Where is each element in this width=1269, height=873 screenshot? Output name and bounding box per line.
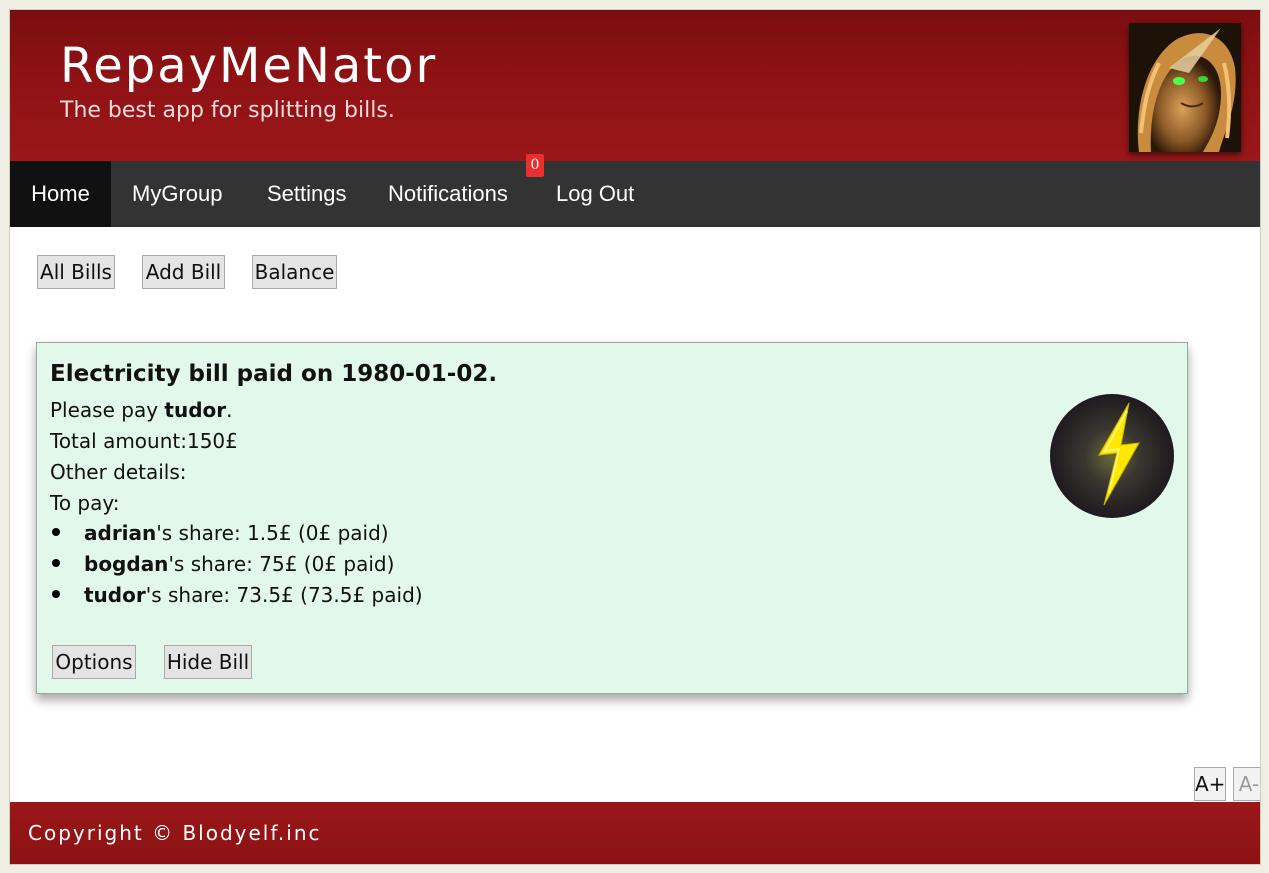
total-amount: Total amount:150£ <box>50 429 238 453</box>
lightning-bolt-icon <box>1049 393 1175 519</box>
nav-notifications[interactable]: Notifications <box>388 161 508 227</box>
please-pay-line: Please pay tudor. <box>50 398 232 422</box>
balance-button[interactable]: Balance <box>252 255 337 289</box>
share-person: tudor <box>84 583 146 607</box>
nav-mygroup[interactable]: MyGroup <box>132 161 222 227</box>
copyright-text: Copyright © Blodyelf.inc <box>28 821 322 845</box>
avatar-portrait-icon <box>1129 23 1241 152</box>
bullet-icon <box>52 590 60 598</box>
app-title: RepayMeNator <box>60 38 438 94</box>
nav-logout[interactable]: Log Out <box>556 161 634 227</box>
decrease-font-button[interactable]: A- <box>1233 767 1260 801</box>
bill-title: Electricity bill paid on 1980-01-02. <box>50 361 498 387</box>
app-frame: RepayMeNator The best app for splitting … <box>9 9 1261 865</box>
bill-card: Electricity bill paid on 1980-01-02. Ple… <box>36 342 1188 694</box>
nav-home[interactable]: Home <box>10 161 111 227</box>
all-bills-button[interactable]: All Bills <box>37 255 115 289</box>
please-pay-suffix: . <box>226 398 233 422</box>
share-item: tudor's share: 73.5£ (73.5£ paid) <box>50 583 423 614</box>
share-item: bogdan's share: 75£ (0£ paid) <box>50 552 423 583</box>
please-pay-prefix: Please pay <box>50 398 165 422</box>
add-bill-button[interactable]: Add Bill <box>142 255 225 289</box>
options-button[interactable]: Options <box>52 645 136 679</box>
nav-settings[interactable]: Settings <box>267 161 347 227</box>
share-person: adrian <box>84 521 157 545</box>
to-pay-label: To pay: <box>50 491 120 515</box>
footer: Copyright © Blodyelf.inc <box>10 802 1260 864</box>
notification-count-badge: 0 <box>526 154 544 177</box>
header: RepayMeNator The best app for splitting … <box>10 10 1260 161</box>
other-details: Other details: <box>50 460 187 484</box>
share-detail: 's share: 73.5£ (73.5£ paid) <box>145 583 423 607</box>
payee-name: tudor <box>164 398 227 422</box>
share-detail: 's share: 75£ (0£ paid) <box>168 552 395 576</box>
share-list: adrian's share: 1.5£ (0£ paid) bogdan's … <box>50 521 423 614</box>
share-item: adrian's share: 1.5£ (0£ paid) <box>50 521 423 552</box>
avatar[interactable] <box>1129 23 1241 152</box>
app-subtitle: The best app for splitting bills. <box>60 98 395 123</box>
share-person: bogdan <box>84 552 169 576</box>
bullet-icon <box>52 559 60 567</box>
increase-font-button[interactable]: A+ <box>1194 767 1226 801</box>
bullet-icon <box>52 528 60 536</box>
hide-bill-button[interactable]: Hide Bill <box>164 645 252 679</box>
share-detail: 's share: 1.5£ (0£ paid) <box>156 521 389 545</box>
main-nav: Home MyGroup Settings Notifications 0 Lo… <box>10 154 1260 227</box>
